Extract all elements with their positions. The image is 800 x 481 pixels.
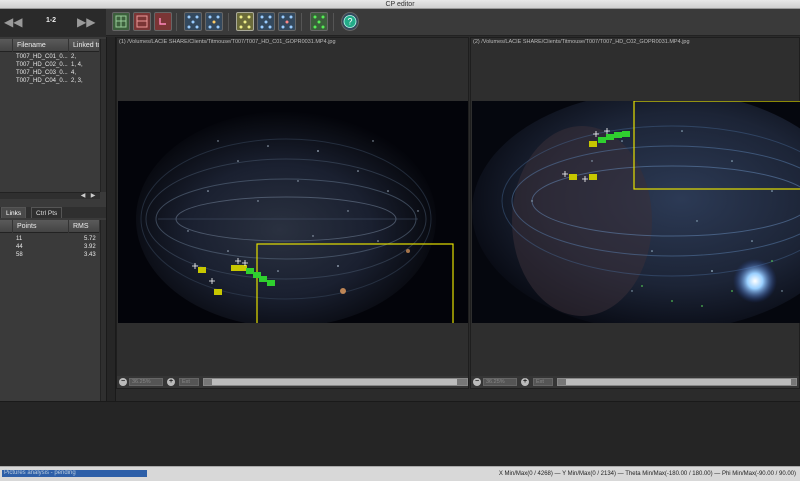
network-filter-icon bbox=[260, 15, 272, 29]
image-linked: 1, 4, bbox=[71, 62, 83, 68]
toolbar-separator bbox=[228, 13, 229, 31]
images-horizontal-scrollbar[interactable]: ◀ ▶ bbox=[0, 192, 100, 199]
link-rms: 3.92 bbox=[84, 244, 96, 250]
pair-label: 1-2 bbox=[45, 17, 57, 24]
scrollbar-thumb[interactable] bbox=[566, 379, 791, 385]
zoom-out-button[interactable]: − bbox=[119, 378, 127, 386]
images-col-filename[interactable]: Filename bbox=[13, 39, 69, 52]
status-coordinates: X Min/Max(0 / 4268) — Y Min/Max(0 / 2134… bbox=[498, 471, 796, 477]
bottom-panel bbox=[0, 401, 800, 466]
next-pair-button[interactable]: ▶▶ bbox=[77, 14, 95, 30]
toolbar-separator bbox=[333, 13, 334, 31]
zoom-in-button[interactable]: + bbox=[167, 378, 175, 386]
tab-links[interactable]: Links bbox=[1, 207, 27, 218]
find-points-button[interactable] bbox=[184, 12, 202, 31]
help-icon: ? bbox=[343, 15, 357, 28]
status-progress: Pictures analysis - pending bbox=[2, 470, 147, 477]
panel-divider[interactable] bbox=[106, 37, 116, 401]
pane-footer: − 36.25% + Ext bbox=[471, 376, 799, 388]
image-linked: 2, 3, bbox=[71, 78, 83, 84]
window-title: CP editor bbox=[385, 1, 415, 8]
toolbar-separator bbox=[176, 13, 177, 31]
zoom-out-button[interactable]: − bbox=[473, 378, 481, 386]
scroll-right-arrow[interactable]: ▶ bbox=[90, 193, 96, 200]
table-row[interactable]: 58 3.43 bbox=[0, 251, 100, 259]
ext-field[interactable]: Ext bbox=[533, 378, 553, 386]
green-points-icon bbox=[313, 15, 325, 29]
links-table-header: Points RMS bbox=[0, 220, 100, 233]
image-horizontal-scrollbar[interactable] bbox=[203, 378, 468, 386]
link-rms: 5.72 bbox=[84, 236, 96, 242]
image-filename: T007_HD_C03_0... bbox=[16, 70, 68, 76]
image-filename: T007_HD_C02_0... bbox=[16, 62, 68, 68]
scroll-left-arrow[interactable]: ◀ bbox=[80, 193, 86, 200]
zoom-field[interactable]: 36.25% bbox=[129, 378, 163, 386]
optimize-points-button[interactable] bbox=[205, 12, 223, 31]
table-row[interactable]: 44 3.92 bbox=[0, 243, 100, 251]
table-row[interactable]: T007_HD_C01_0... 2, bbox=[0, 53, 100, 61]
images-col-linked[interactable]: Linked to bbox=[69, 39, 100, 52]
link-points: 58 bbox=[16, 252, 23, 258]
auto-points-button[interactable] bbox=[236, 12, 254, 31]
panel-tabs: Links Ctrl Pts bbox=[0, 207, 106, 218]
pair-navigator: ◀◀ 1-2 ▶▶ bbox=[0, 9, 106, 36]
ext-field[interactable]: Ext bbox=[179, 378, 199, 386]
image-linked: 4, bbox=[71, 70, 77, 76]
image-path: (2) /Volumes/LACIE SHARE/Clients/Titmous… bbox=[473, 39, 690, 45]
panorama-image-left[interactable] bbox=[118, 101, 468, 323]
cp-editor-window: CP editor ◀◀ 1-2 ▶▶ ? Filename Linked to… bbox=[0, 0, 800, 481]
table-row[interactable]: T007_HD_C04_0... 2, 3, bbox=[0, 77, 100, 85]
delete-points-button[interactable] bbox=[133, 12, 151, 31]
points-delete-all-button[interactable] bbox=[278, 12, 296, 31]
image-pane-right: (2) /Volumes/LACIE SHARE/Clients/Titmous… bbox=[470, 37, 800, 389]
image-pane-left: (1) /Volumes/LACIE SHARE/Clients/Titmous… bbox=[116, 37, 469, 389]
left-panel: Filename Linked to T007_HD_C01_0... 2, T… bbox=[0, 37, 106, 401]
title-bar: CP editor bbox=[0, 0, 800, 9]
zoom-in-button[interactable]: + bbox=[521, 378, 529, 386]
network-clear-icon bbox=[281, 15, 293, 29]
network-check-icon bbox=[208, 15, 220, 29]
table-row[interactable]: T007_HD_C02_0... 1, 4, bbox=[0, 61, 100, 69]
undo-icon bbox=[159, 18, 166, 25]
link-rms: 3.43 bbox=[84, 252, 96, 258]
image-horizontal-scrollbar[interactable] bbox=[557, 378, 797, 386]
grid-points-button[interactable] bbox=[310, 12, 328, 31]
scrollbar-thumb[interactable] bbox=[212, 379, 457, 385]
images-table-header: Filename Linked to bbox=[0, 39, 100, 52]
fisheye-image bbox=[472, 101, 800, 323]
links-col-blank bbox=[0, 220, 13, 233]
add-points-button[interactable] bbox=[112, 12, 130, 31]
points-filter-button[interactable] bbox=[257, 12, 275, 31]
link-points: 11 bbox=[16, 236, 23, 242]
pane-footer: − 36.25% + Ext bbox=[117, 376, 468, 388]
links-col-rms[interactable]: RMS bbox=[69, 220, 100, 233]
image-filename: T007_HD_C01_0... bbox=[16, 54, 68, 60]
links-col-points[interactable]: Points bbox=[13, 220, 69, 233]
help-button[interactable]: ? bbox=[341, 12, 359, 31]
undo-button[interactable] bbox=[154, 12, 172, 31]
link-points: 44 bbox=[16, 244, 23, 250]
table-row[interactable]: T007_HD_C03_0... 4, bbox=[0, 69, 100, 77]
network-icon bbox=[187, 15, 199, 29]
grid-add-icon bbox=[115, 15, 127, 28]
tab-ctrl-pts[interactable]: Ctrl Pts bbox=[31, 207, 63, 218]
status-bar: Pictures analysis - pending X Min/Max(0 … bbox=[0, 466, 800, 481]
table-row[interactable]: 11 5.72 bbox=[0, 235, 100, 243]
zoom-field[interactable]: 36.25% bbox=[483, 378, 517, 386]
svg-text:?: ? bbox=[347, 17, 352, 27]
panorama-image-right[interactable] bbox=[472, 101, 800, 323]
points-auto-icon bbox=[239, 15, 251, 29]
toolbar-separator bbox=[301, 13, 302, 31]
images-col-blank bbox=[0, 39, 13, 52]
toolbar: ◀◀ 1-2 ▶▶ ? bbox=[0, 9, 800, 36]
status-message: Pictures analysis - pending bbox=[4, 470, 76, 476]
image-path: (1) /Volumes/LACIE SHARE/Clients/Titmous… bbox=[119, 39, 336, 45]
fisheye-image bbox=[118, 101, 468, 323]
image-filename: T007_HD_C04_0... bbox=[16, 78, 68, 84]
image-linked: 2, bbox=[71, 54, 77, 60]
grid-delete-icon bbox=[136, 15, 148, 28]
previous-pair-button[interactable]: ◀◀ bbox=[4, 14, 22, 30]
